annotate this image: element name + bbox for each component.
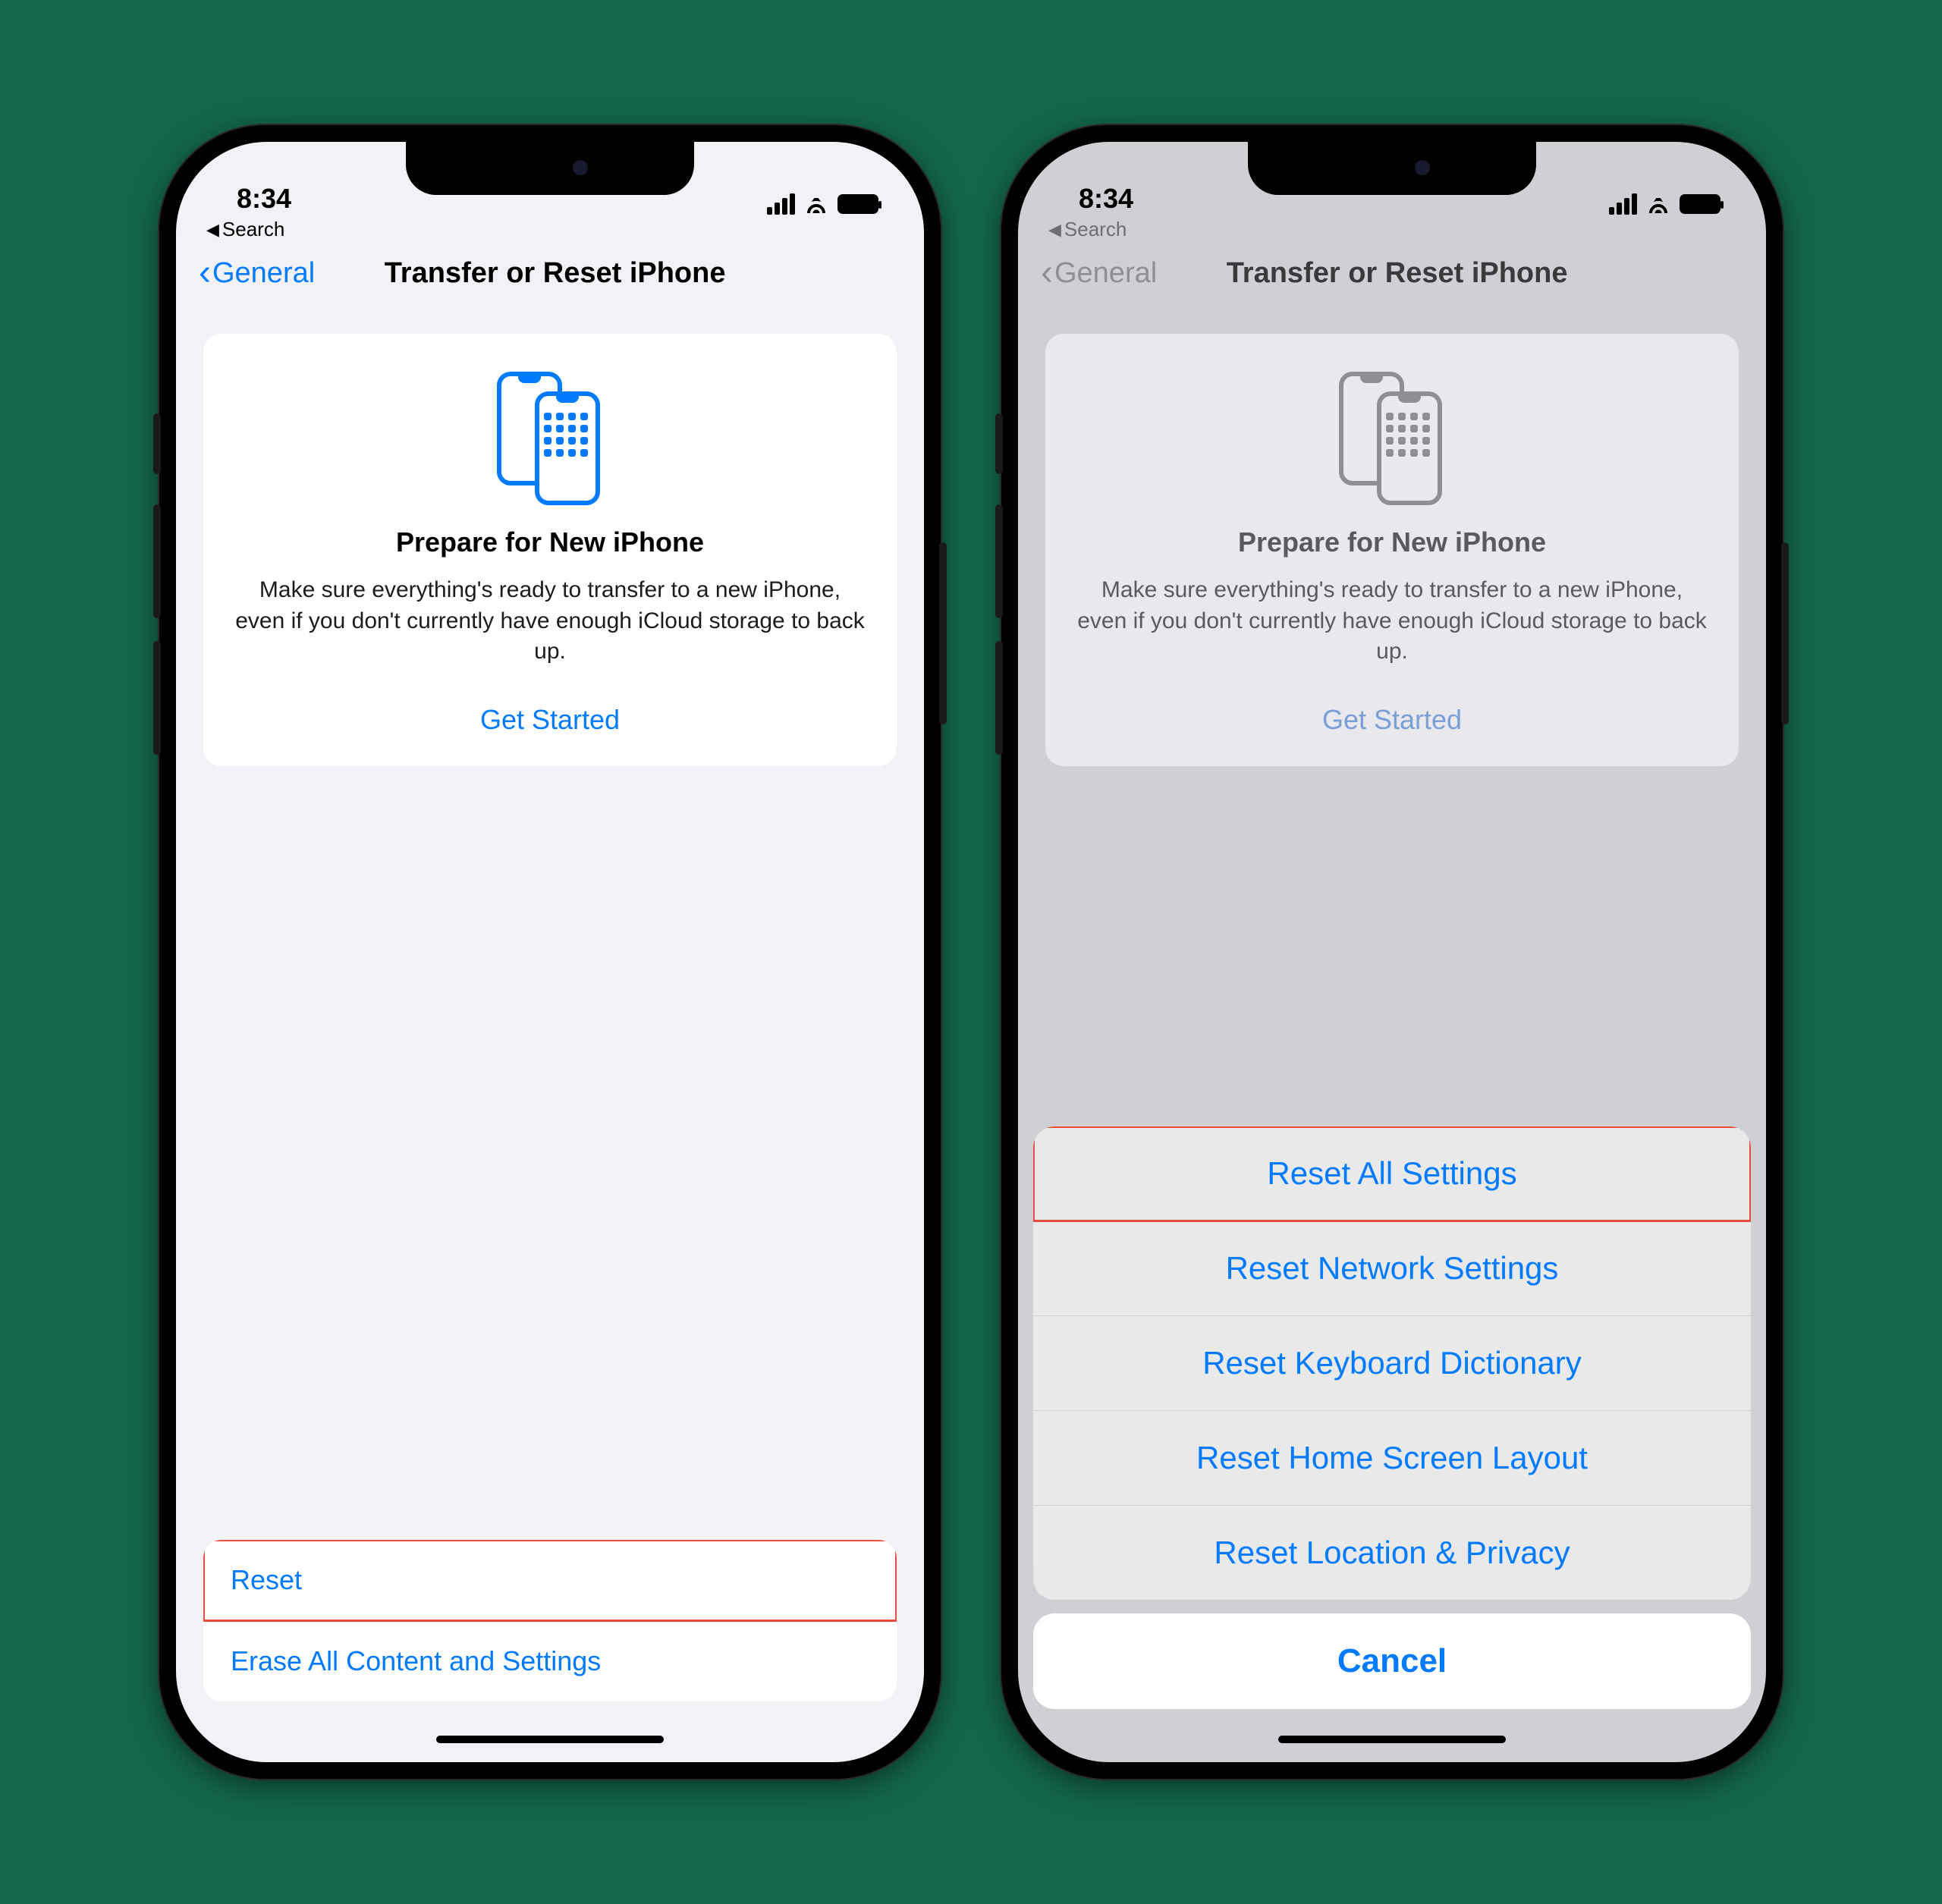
card-heading: Prepare for New iPhone bbox=[234, 526, 866, 558]
notch bbox=[1248, 142, 1536, 195]
notch bbox=[406, 142, 694, 195]
status-time: 8:34 bbox=[237, 183, 291, 215]
prepare-card: Prepare for New iPhone Make sure everyth… bbox=[203, 334, 897, 766]
phone-left: 8:34 ◀ Search ‹ General Transfer or Rese… bbox=[159, 125, 941, 1779]
cellular-icon bbox=[1609, 193, 1637, 215]
bottom-list: Reset Erase All Content and Settings bbox=[203, 1540, 897, 1701]
erase-row[interactable]: Erase All Content and Settings bbox=[203, 1621, 897, 1701]
card-body: Make sure everything's ready to transfer… bbox=[1076, 575, 1708, 668]
card-body: Make sure everything's ready to transfer… bbox=[234, 575, 866, 668]
reset-location-privacy-option[interactable]: Reset Location & Privacy bbox=[1033, 1506, 1751, 1600]
status-time: 8:34 bbox=[1079, 183, 1133, 215]
page-title: Transfer or Reset iPhone bbox=[209, 257, 901, 290]
nav-bar: ‹ General Transfer or Reset iPhone bbox=[1018, 249, 1766, 306]
breadcrumb-label: Search bbox=[1064, 218, 1127, 241]
nav-bar: ‹ General Transfer or Reset iPhone bbox=[176, 249, 924, 306]
phone-right: 8:34 ◀ Search ‹ General Transfer or Rese… bbox=[1001, 125, 1783, 1779]
reset-row[interactable]: Reset bbox=[203, 1540, 897, 1621]
transfer-iphone-icon bbox=[234, 372, 866, 501]
wifi-icon bbox=[804, 195, 828, 213]
breadcrumb-label: Search bbox=[222, 218, 284, 241]
get-started-button: Get Started bbox=[1076, 704, 1708, 736]
home-indicator[interactable] bbox=[176, 1717, 924, 1762]
cancel-button[interactable]: Cancel bbox=[1033, 1613, 1751, 1709]
battery-icon bbox=[1680, 194, 1720, 214]
reset-network-settings-option[interactable]: Reset Network Settings bbox=[1033, 1221, 1751, 1316]
home-indicator[interactable] bbox=[1018, 1717, 1766, 1762]
cellular-icon bbox=[767, 193, 795, 215]
wifi-icon bbox=[1646, 195, 1670, 213]
transfer-iphone-icon bbox=[1076, 372, 1708, 501]
action-sheet-options: Reset All Settings Reset Network Setting… bbox=[1033, 1126, 1751, 1600]
battery-icon bbox=[837, 194, 878, 214]
get-started-button[interactable]: Get Started bbox=[234, 704, 866, 736]
card-heading: Prepare for New iPhone bbox=[1076, 526, 1708, 558]
page-title: Transfer or Reset iPhone bbox=[1051, 257, 1743, 290]
reset-keyboard-dictionary-option[interactable]: Reset Keyboard Dictionary bbox=[1033, 1316, 1751, 1411]
prepare-card: Prepare for New iPhone Make sure everyth… bbox=[1045, 334, 1739, 766]
breadcrumb: ◀ Search bbox=[1018, 218, 1766, 249]
breadcrumb[interactable]: ◀ Search bbox=[176, 218, 924, 249]
reset-home-screen-layout-option[interactable]: Reset Home Screen Layout bbox=[1033, 1411, 1751, 1506]
chevron-left-icon: ◀ bbox=[1048, 220, 1061, 240]
reset-all-settings-option[interactable]: Reset All Settings bbox=[1033, 1126, 1751, 1221]
chevron-left-icon: ◀ bbox=[206, 220, 219, 240]
action-sheet: Reset All Settings Reset Network Setting… bbox=[1033, 1126, 1751, 1709]
